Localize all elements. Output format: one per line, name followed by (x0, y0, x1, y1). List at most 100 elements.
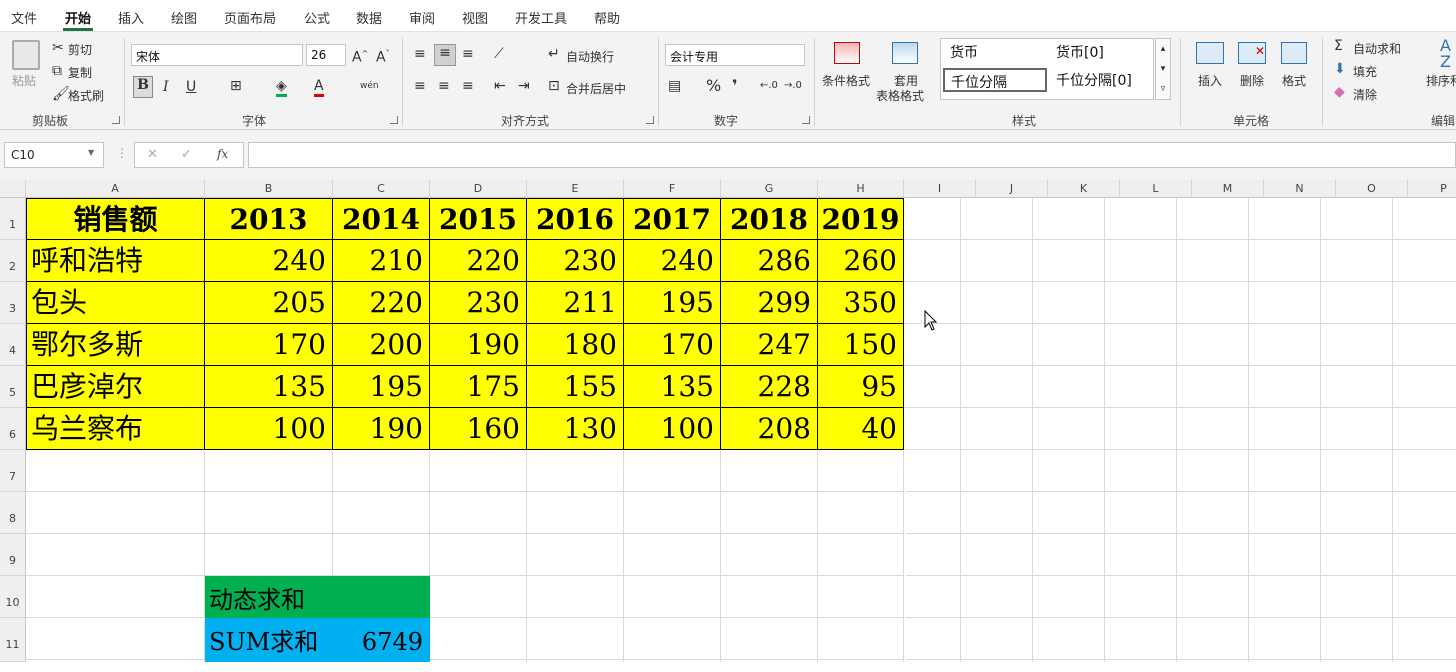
col-header[interactable]: M (1192, 180, 1264, 198)
insert-cells-button[interactable]: 插入 (1198, 72, 1222, 89)
cell-A4[interactable]: 鄂尔多斯 (26, 324, 205, 366)
cell-G5[interactable]: 228 (721, 366, 818, 408)
paste-icon[interactable] (12, 40, 40, 70)
col-header[interactable]: C (333, 180, 430, 198)
number-format-select[interactable]: 会计专用 (665, 44, 805, 66)
align-center-icon[interactable]: ≡ (438, 78, 450, 94)
cell-B1[interactable]: 2013 (205, 198, 333, 240)
clipboard-launcher[interactable] (112, 116, 120, 124)
col-header[interactable]: I (904, 180, 976, 198)
cut-button[interactable]: 剪切 (68, 41, 92, 58)
col-header[interactable]: H (818, 180, 904, 198)
fill-button[interactable]: 填充 (1353, 63, 1377, 80)
col-header[interactable]: D (430, 180, 527, 198)
row-header[interactable]: 2 (0, 240, 26, 282)
cell-A3[interactable]: 包头 (26, 282, 205, 324)
name-box-dropdown-icon[interactable]: ▼ (88, 148, 94, 157)
cancel-icon[interactable]: ✕ (147, 147, 158, 162)
cell-D2[interactable]: 220 (430, 240, 527, 282)
cell-G4[interactable]: 247 (721, 324, 818, 366)
align-top-icon[interactable]: ≡ (414, 46, 426, 62)
row-header[interactable]: 6 (0, 408, 26, 450)
cell-B2[interactable]: 240 (205, 240, 333, 282)
fill-color-icon[interactable]: ◈ (276, 78, 287, 97)
merge-center-button[interactable]: 合并后居中 (566, 80, 626, 97)
cell-C5[interactable]: 195 (333, 366, 430, 408)
tab-page-layout[interactable]: 页面布局 (224, 8, 276, 27)
col-header[interactable]: J (976, 180, 1048, 198)
tab-insert[interactable]: 插入 (118, 8, 144, 27)
format-cells-button[interactable]: 格式 (1282, 72, 1306, 89)
percent-button[interactable]: % (706, 78, 721, 94)
cell-C6[interactable]: 190 (333, 408, 430, 450)
col-header[interactable]: P (1408, 180, 1456, 198)
formula-input[interactable] (248, 142, 1456, 168)
cell-H1[interactable]: 2019 (818, 198, 904, 240)
row-header[interactable]: 11 (0, 618, 26, 662)
cell-B5[interactable]: 135 (205, 366, 333, 408)
italic-button[interactable]: I (163, 79, 169, 95)
gallery-scroll[interactable]: ▴ ▾ ▿ (1155, 38, 1171, 100)
row-header[interactable]: 10 (0, 576, 26, 618)
tab-home[interactable]: 开始 (65, 8, 91, 27)
select-all-corner[interactable] (0, 180, 26, 198)
cell-F6[interactable]: 100 (624, 408, 721, 450)
align-bottom-icon[interactable]: ≡ (462, 46, 474, 62)
col-header[interactable]: O (1336, 180, 1408, 198)
cell-B3[interactable]: 205 (205, 282, 333, 324)
enter-icon[interactable]: ✓ (181, 147, 192, 162)
cell-E6[interactable]: 130 (527, 408, 624, 450)
cell-C4[interactable]: 200 (333, 324, 430, 366)
accounting-icon[interactable]: ▤ (668, 78, 681, 94)
cell-H3[interactable]: 350 (818, 282, 904, 324)
cell-A5[interactable]: 巴彦淖尔 (26, 366, 205, 408)
cell-H4[interactable]: 150 (818, 324, 904, 366)
row-header[interactable]: 5 (0, 366, 26, 408)
cell-H5[interactable]: 95 (818, 366, 904, 408)
col-header[interactable]: K (1048, 180, 1120, 198)
number-launcher[interactable] (802, 116, 810, 124)
col-header[interactable]: A (26, 180, 205, 198)
increase-decimal-icon[interactable]: ←.0 (760, 78, 778, 94)
cell-D4[interactable]: 190 (430, 324, 527, 366)
alignment-launcher[interactable] (646, 116, 654, 124)
worksheet-grid[interactable]: A B C D E F G H I J K L M N O P 1 2 3 4 … (0, 180, 1456, 662)
cell-F1[interactable]: 2017 (624, 198, 721, 240)
splitter-icon[interactable]: ⋮ (116, 146, 128, 160)
col-header[interactable]: F (624, 180, 721, 198)
cell-G1[interactable]: 2018 (721, 198, 818, 240)
font-name-select[interactable]: 宋体 (131, 44, 303, 66)
cell-C2[interactable]: 210 (333, 240, 430, 282)
style-currency[interactable]: 货币 (944, 40, 984, 64)
conditional-format-icon[interactable] (834, 42, 860, 64)
col-header[interactable]: L (1120, 180, 1192, 198)
tab-draw[interactable]: 绘图 (171, 8, 197, 27)
format-painter-button[interactable]: 格式刷 (68, 87, 104, 104)
bold-button[interactable]: B (133, 76, 153, 98)
conditional-format-button[interactable]: 条件格式 (822, 72, 870, 89)
cell-E4[interactable]: 180 (527, 324, 624, 366)
insert-function-icon[interactable]: fx (217, 147, 228, 161)
row-header[interactable]: 7 (0, 450, 26, 492)
sort-filter-button[interactable]: 排序和 (1426, 72, 1456, 89)
align-left-icon[interactable]: ≡ (414, 78, 426, 94)
cell-F4[interactable]: 170 (624, 324, 721, 366)
cell-A1[interactable]: 销售额 (26, 198, 205, 240)
increase-indent-icon[interactable]: ⇥ (518, 78, 530, 94)
cell-E5[interactable]: 155 (527, 366, 624, 408)
shrink-font-icon[interactable]: A˅ (376, 46, 390, 66)
cell-D5[interactable]: 175 (430, 366, 527, 408)
font-color-icon[interactable]: A (314, 78, 324, 97)
col-header[interactable]: B (205, 180, 333, 198)
align-middle-icon[interactable]: ≡ (434, 44, 456, 66)
tab-formulas[interactable]: 公式 (304, 8, 330, 27)
col-header[interactable]: N (1264, 180, 1336, 198)
cell-C3[interactable]: 220 (333, 282, 430, 324)
tab-review[interactable]: 审阅 (409, 8, 435, 27)
cell-C1[interactable]: 2014 (333, 198, 430, 240)
row-header[interactable]: 3 (0, 282, 26, 324)
cell-H2[interactable]: 260 (818, 240, 904, 282)
format-cells-icon[interactable] (1281, 42, 1307, 64)
cell-H6[interactable]: 40 (818, 408, 904, 450)
cell-A6[interactable]: 乌兰察布 (26, 408, 205, 450)
